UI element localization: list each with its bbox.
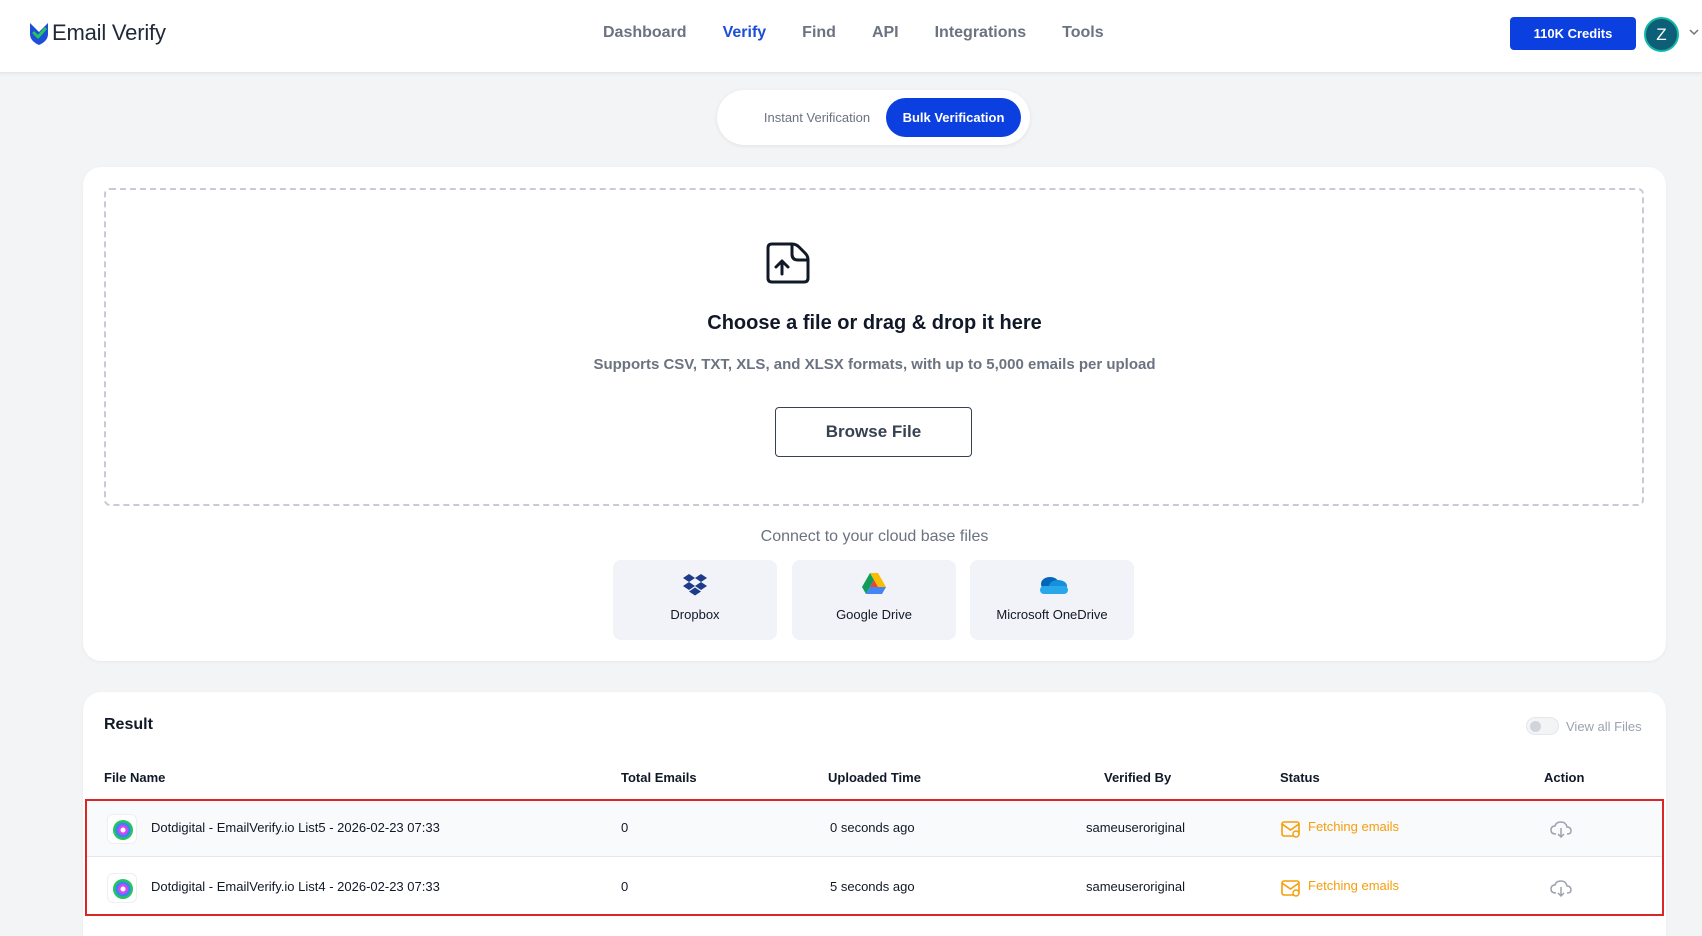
avatar[interactable]: Z — [1644, 17, 1679, 52]
column-header-action: Action — [1544, 770, 1585, 785]
toggle-knob — [1530, 721, 1541, 732]
nav-tools[interactable]: Tools — [1062, 24, 1103, 42]
verification-mode-toggle: Instant Verification Bulk Verification — [717, 90, 1030, 145]
nav-dashboard[interactable]: Dashboard — [603, 24, 687, 42]
tab-bulk-verification[interactable]: Bulk Verification — [886, 98, 1021, 137]
view-all-files-toggle[interactable] — [1526, 717, 1559, 735]
column-header-status: Status — [1280, 770, 1320, 785]
dropzone-subtitle: Supports CSV, TXT, XLS, and XLSX formats… — [593, 356, 1156, 373]
logo-text: Email Verify — [52, 20, 166, 45]
cloud-tile-label: Dropbox — [670, 607, 720, 622]
onedrive-icon — [1040, 577, 1068, 594]
google-drive-button[interactable]: Google Drive — [792, 560, 956, 640]
tab-instant-verification[interactable]: Instant Verification — [731, 98, 903, 137]
logo[interactable]: Email Verify — [28, 20, 166, 46]
column-header-uploaded-time: Uploaded Time — [828, 770, 921, 785]
google-drive-icon — [862, 573, 886, 594]
main-nav: Dashboard Verify Find API Integrations T… — [603, 24, 1140, 42]
nav-find[interactable]: Find — [802, 24, 836, 42]
cloud-tile-label: Microsoft OneDrive — [996, 607, 1108, 622]
dropbox-button[interactable]: Dropbox — [613, 560, 777, 640]
dropbox-icon — [683, 574, 707, 596]
nav-api[interactable]: API — [872, 24, 899, 42]
file-upload-icon — [766, 242, 810, 284]
nav-verify[interactable]: Verify — [723, 24, 767, 42]
onedrive-button[interactable]: Microsoft OneDrive — [970, 560, 1134, 640]
browse-file-button[interactable]: Browse File — [775, 407, 972, 457]
top-navbar: Email Verify Dashboard Verify Find API I… — [0, 0, 1702, 73]
file-dropzone[interactable] — [104, 188, 1644, 506]
result-title: Result — [104, 716, 153, 733]
view-all-files-label: View all Files — [1566, 719, 1642, 734]
chevron-down-icon[interactable] — [1689, 27, 1699, 37]
nav-integrations[interactable]: Integrations — [935, 24, 1027, 42]
logo-mark-icon — [30, 23, 48, 45]
cloud-tile-label: Google Drive — [836, 607, 912, 622]
column-header-total-emails: Total Emails — [621, 770, 697, 785]
cloud-sources-label: Connect to your cloud base files — [760, 528, 989, 545]
dropzone-title: Choose a file or drag & drop it here — [707, 312, 1042, 334]
credits-button[interactable]: 110K Credits — [1510, 17, 1636, 50]
row-highlight-frame — [85, 799, 1664, 916]
column-header-verified-by: Verified By — [1104, 770, 1172, 785]
column-header-file-name: File Name — [104, 770, 166, 785]
